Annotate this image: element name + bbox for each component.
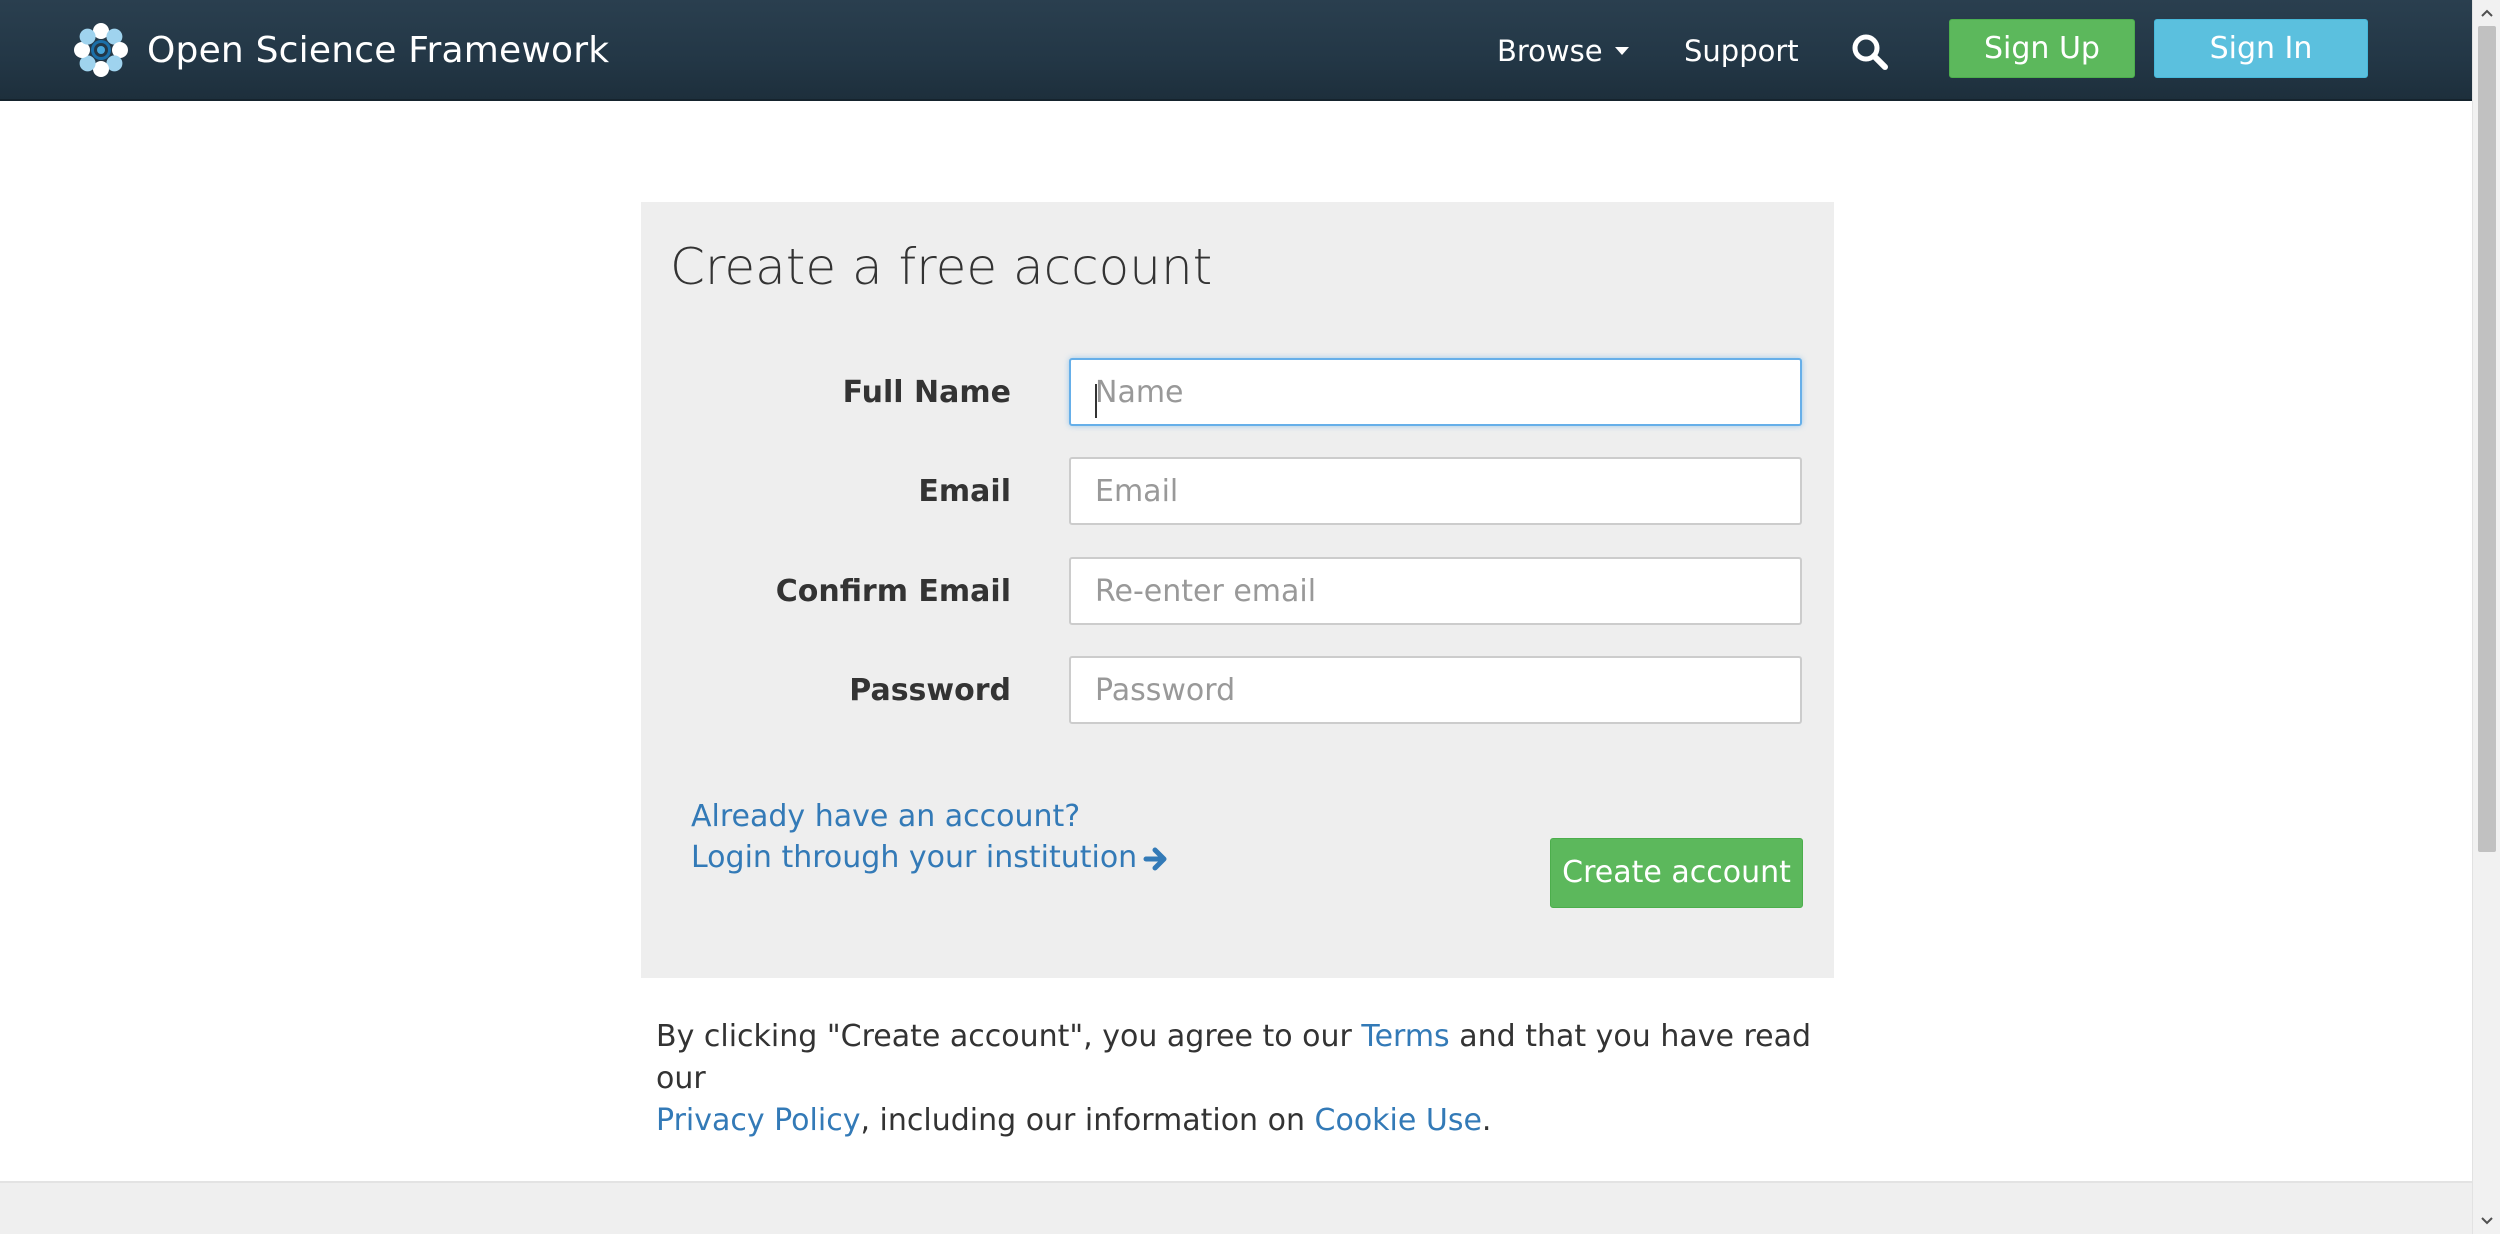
page-scrollbar[interactable]: [2472, 0, 2500, 1234]
email-label: Email: [918, 474, 1011, 509]
scroll-down-button[interactable]: [2473, 1208, 2500, 1234]
full-name-input[interactable]: [1069, 358, 1802, 426]
signup-form-panel: Create a free account Full Name Email Co…: [641, 202, 1834, 978]
confirm-email-label: Confirm Email: [775, 574, 1011, 609]
institution-login-link[interactable]: Login through your institution: [691, 840, 1169, 875]
footer-strip: [0, 1181, 2472, 1234]
full-name-label: Full Name: [842, 375, 1011, 410]
privacy-policy-link[interactable]: Privacy Policy: [656, 1103, 860, 1138]
email-input[interactable]: [1069, 457, 1802, 525]
sign-up-button[interactable]: Sign Up: [1949, 19, 2135, 78]
brand-home-link[interactable]: Open Science Framework: [73, 22, 609, 78]
arrow-right-icon: [1143, 847, 1167, 870]
create-account-button[interactable]: Create account: [1550, 838, 1803, 908]
password-label: Password: [849, 673, 1011, 708]
page: Open Science Framework Browse Support Si…: [0, 0, 2500, 1234]
text-cursor: [1095, 384, 1097, 418]
nav-browse-dropdown[interactable]: Browse: [1497, 28, 1629, 74]
confirm-email-input[interactable]: [1069, 557, 1802, 625]
terms-text-part1: By clicking "Create account", you agree …: [656, 1019, 1362, 1054]
password-input[interactable]: [1069, 656, 1802, 724]
institution-login-label: Login through your institution: [691, 840, 1138, 875]
nav-browse-label: Browse: [1497, 34, 1603, 68]
search-icon[interactable]: [1850, 32, 1890, 72]
scroll-up-button[interactable]: [2473, 0, 2500, 26]
terms-text-part3: , including our information on: [860, 1103, 1315, 1138]
terms-text-part4: .: [1481, 1103, 1492, 1138]
terms-link[interactable]: Terms: [1361, 1019, 1449, 1054]
already-have-account-link[interactable]: Already have an account?: [691, 799, 1080, 834]
form-title: Create a free account: [670, 238, 1213, 296]
top-navbar: Open Science Framework Browse Support Si…: [0, 0, 2472, 101]
caret-down-icon: [1614, 47, 1629, 55]
cookie-use-link[interactable]: Cookie Use: [1315, 1103, 1482, 1138]
sign-in-button[interactable]: Sign In: [2154, 19, 2368, 78]
brand-name: Open Science Framework: [147, 29, 610, 71]
osf-logo-icon: [74, 23, 128, 77]
scrollbar-thumb[interactable]: [2478, 26, 2496, 852]
scroll-up-icon: [2481, 9, 2493, 17]
scroll-down-icon: [2481, 1217, 2493, 1225]
nav-support-link[interactable]: Support: [1684, 28, 1799, 74]
terms-notice: By clicking "Create account", you agree …: [656, 1016, 1856, 1142]
